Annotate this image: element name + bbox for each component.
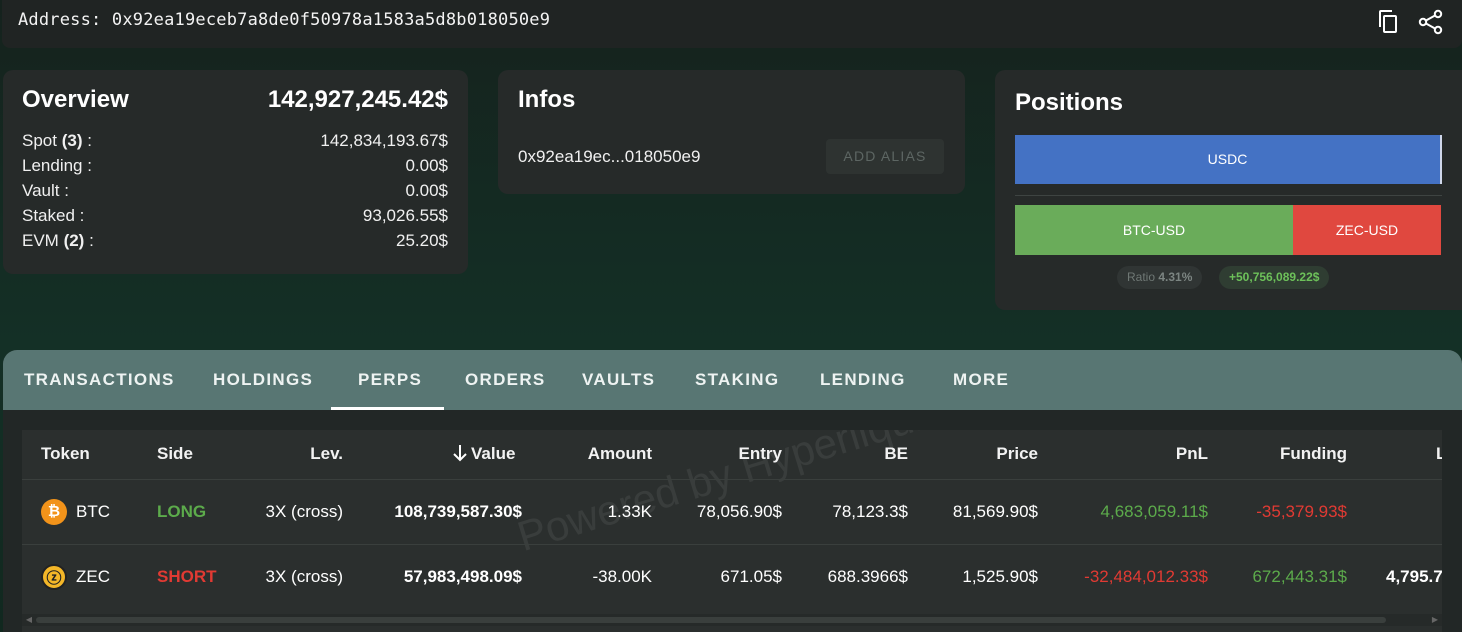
- ratio-value: 4.31%: [1158, 270, 1193, 284]
- cell-price: 1,525.90$: [962, 567, 1038, 586]
- btc-usd-position-bar[interactable]: BTC-USD: [1015, 205, 1293, 255]
- tab-orders[interactable]: ORDERS: [465, 350, 546, 410]
- column-header-amount[interactable]: Amount: [588, 444, 652, 464]
- column-header-be[interactable]: BE: [884, 444, 908, 464]
- address-bar: Address: 0x92ea19eceb7a8de0f50978a1583a5…: [2, 0, 1462, 48]
- overview-row-vault: Vault : 0.00$: [22, 181, 448, 203]
- scrollbar-thumb[interactable]: [36, 617, 1386, 623]
- column-header-liq[interactable]: L: [1436, 444, 1442, 464]
- overview-row-lending: Lending : 0.00$: [22, 156, 448, 178]
- header-divider: [22, 479, 1442, 480]
- cell-liq: 4,795.7: [1386, 567, 1442, 586]
- overview-row-label: Lending :: [22, 156, 92, 175]
- tabs-panel: TRANSACTIONS HOLDINGS PERPS ORDERS VAULT…: [3, 350, 1462, 632]
- ratio-label: Ratio: [1127, 270, 1156, 284]
- scroll-right-icon[interactable]: ▶: [1430, 615, 1440, 625]
- overview-row-value: 25.20$: [396, 231, 448, 250]
- cell-value: 57,983,498.09$: [403, 567, 522, 586]
- tab-perps[interactable]: PERPS: [358, 350, 422, 410]
- tab-bar: TRANSACTIONS HOLDINGS PERPS ORDERS VAULT…: [3, 350, 1462, 410]
- tab-more[interactable]: MORE: [953, 350, 1009, 410]
- cell-value: 108,739,587.30$: [394, 502, 522, 521]
- zcash-icon: ⓩ: [41, 564, 67, 590]
- infos-title: Infos: [518, 86, 576, 113]
- cell-entry: 78,056.90$: [696, 502, 782, 521]
- overview-row-label: EVM: [22, 231, 64, 250]
- overview-row-count: (3): [61, 131, 83, 150]
- overview-row-evm: EVM (2) : 25.20$: [22, 231, 448, 250]
- tab-transactions[interactable]: TRANSACTIONS: [24, 350, 175, 410]
- overview-row-label: Spot: [22, 131, 62, 150]
- overview-row-count: (2): [63, 231, 85, 250]
- cell-token: BTC: [76, 502, 110, 521]
- overview-row-value: 0.00$: [405, 156, 448, 175]
- cell-lev: 3X (cross): [265, 567, 343, 586]
- overview-title: Overview: [22, 86, 129, 113]
- infos-card: Infos 0x92ea19ec...018050e9 ADD ALIAS: [498, 70, 965, 194]
- cell-be: 688.3966$: [827, 567, 908, 586]
- short-address: 0x92ea19ec...018050e9: [518, 147, 701, 166]
- arrow-down-icon: [452, 444, 468, 467]
- cell-side: SHORT: [157, 567, 217, 586]
- overview-row-label: Vault :: [22, 181, 69, 200]
- overview-row-spot: Spot (3) : 142,834,193.67$: [22, 131, 448, 150]
- overview-row-value: 0.00$: [405, 181, 448, 200]
- cell-price: 81,569.90$: [952, 502, 1038, 521]
- column-header-entry[interactable]: Entry: [739, 444, 782, 464]
- address-text: Address: 0x92ea19eceb7a8de0f50978a1583a5…: [18, 10, 551, 30]
- cell-token: ZEC: [76, 567, 110, 586]
- bitcoin-icon: ₿: [41, 499, 67, 525]
- overview-card: Overview 142,927,245.42$ Spot (3) : 142,…: [3, 70, 468, 274]
- cell-amount: 1.33K: [607, 502, 652, 521]
- column-header-funding[interactable]: Funding: [1280, 444, 1347, 464]
- cell-pnl: -32,484,012.33$: [1084, 567, 1208, 586]
- overview-row-value: 142,834,193.67$: [320, 131, 448, 150]
- ratio-badge: Ratio 4.31%: [1117, 266, 1203, 289]
- overview-row-label: Staked :: [22, 206, 85, 225]
- overview-row-staked: Staked : 93,026.55$: [22, 206, 448, 228]
- copy-icon[interactable]: [1374, 7, 1404, 37]
- cell-be: 78,123.3$: [832, 502, 908, 521]
- perps-table: Powered by Hyperliquid Token Side Lev. V…: [22, 430, 1442, 632]
- positions-card: Positions USDC BTC-USD ZEC-USD Ratio 4.3…: [995, 70, 1462, 310]
- add-alias-button[interactable]: ADD ALIAS: [826, 139, 944, 174]
- cell-lev: 3X (cross): [265, 502, 343, 521]
- overview-total: 142,927,245.42$: [267, 86, 448, 113]
- horizontal-scrollbar[interactable]: ◀ ▶: [22, 614, 1442, 626]
- tab-staking[interactable]: STAKING: [695, 350, 779, 410]
- cell-side: LONG: [157, 502, 207, 521]
- column-header-token[interactable]: Token: [41, 444, 90, 464]
- share-icon[interactable]: [1416, 7, 1446, 37]
- overview-row-value: 93,026.55$: [362, 206, 448, 225]
- column-header-side[interactable]: Side: [157, 444, 193, 464]
- cell-pnl: 4,683,059.11$: [1100, 502, 1208, 521]
- column-header-value[interactable]: Value: [452, 444, 515, 467]
- pnl-badge: +50,756,089.22$: [1219, 266, 1330, 289]
- cell-funding: -35,379.93$: [1256, 502, 1347, 521]
- positions-divider: [1015, 195, 1442, 196]
- column-header-pnl[interactable]: PnL: [1176, 444, 1208, 464]
- tab-holdings[interactable]: HOLDINGS: [213, 350, 313, 410]
- active-tab-indicator: [331, 407, 444, 410]
- column-header-lev[interactable]: Lev.: [310, 444, 343, 464]
- tab-vaults[interactable]: VAULTS: [582, 350, 655, 410]
- tab-lending[interactable]: LENDING: [820, 350, 906, 410]
- column-header-price[interactable]: Price: [996, 444, 1038, 464]
- positions-title: Positions: [1015, 89, 1124, 116]
- usdc-position-bar[interactable]: USDC: [1015, 135, 1442, 184]
- cell-funding: 672,443.31$: [1252, 567, 1347, 586]
- cell-entry: 671.05$: [720, 567, 782, 586]
- scroll-left-icon[interactable]: ◀: [24, 615, 34, 625]
- cell-amount: -38.00K: [592, 567, 652, 586]
- zec-usd-position-bar[interactable]: ZEC-USD: [1293, 205, 1441, 255]
- row-divider: [22, 544, 1442, 545]
